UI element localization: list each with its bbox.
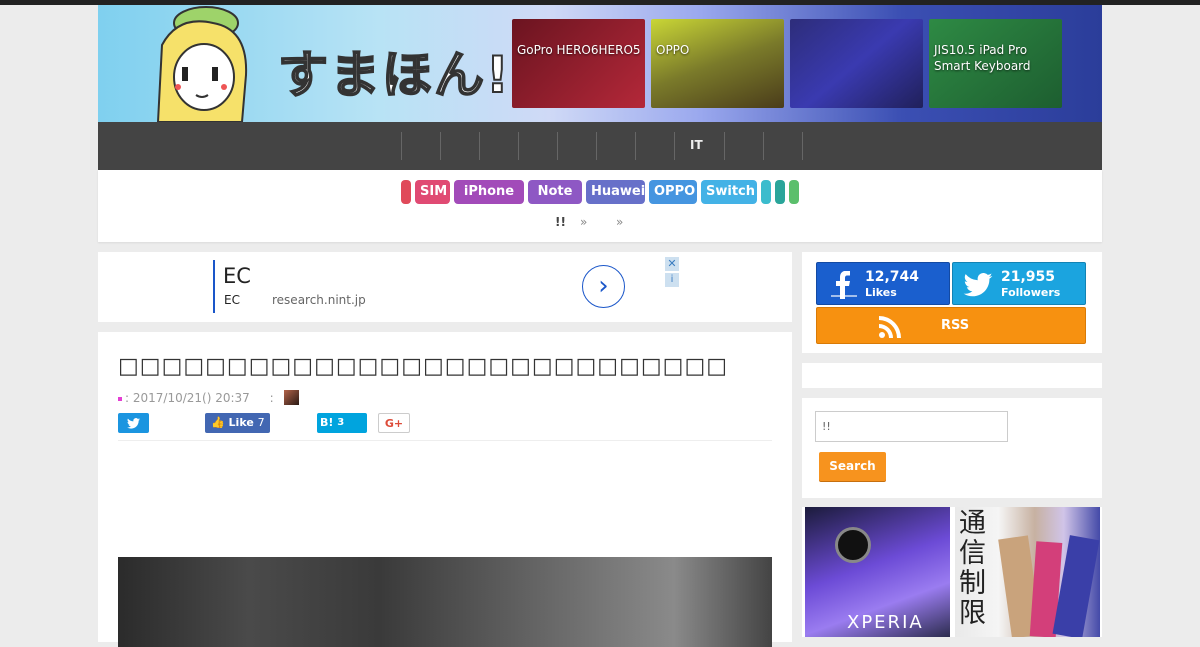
sidebar-thumb-data-limit[interactable]: 通信制限 — [955, 507, 1100, 637]
like-label: Like — [228, 416, 254, 429]
sidebar-thumb-xperia[interactable]: XPERIA — [805, 507, 950, 637]
like-count: 7 — [257, 416, 265, 429]
tag-oppo[interactable]: OPPO — [649, 180, 697, 204]
author-avatar[interactable] — [284, 390, 299, 405]
nav-divider — [763, 132, 764, 160]
twitter-followers-count: 21,955 — [1001, 269, 1056, 285]
nav-divider — [479, 132, 480, 160]
article: □□□□□□□□□□□□□□□□□□□□□□□□□□□□ : 2017/10/2… — [98, 332, 792, 647]
ad-accent-line — [213, 260, 215, 313]
author-separator: : — [269, 391, 274, 405]
thumb-caption: 通信制限 — [959, 508, 986, 629]
twitter-share-button[interactable] — [118, 413, 149, 433]
feature-label: JIS10.5 iPad Pro Smart Keyboard — [934, 43, 1031, 73]
google-plus-button[interactable]: G+ — [378, 413, 410, 433]
facebook-like-button[interactable]: 👍 Like 7 — [205, 413, 270, 433]
sidebar-empty-widget — [802, 363, 1102, 388]
feature-card-oppo[interactable]: OPPO — [651, 19, 784, 108]
nav-divider — [518, 132, 519, 160]
ad-headline[interactable]: EC — [223, 264, 251, 288]
nav-divider — [596, 132, 597, 160]
main-nav: IT — [98, 122, 1102, 170]
facebook-icon — [831, 271, 857, 299]
thumbs-up-icon: 👍 — [211, 416, 225, 429]
rss-subscribe-box[interactable]: RSS — [816, 307, 1086, 344]
feature-label: OPPO — [656, 43, 690, 57]
ad-arrow-icon[interactable]: › — [582, 265, 625, 308]
article-divider — [118, 440, 772, 441]
nav-divider — [401, 132, 402, 160]
nav-divider — [635, 132, 636, 160]
ad-banner[interactable]: EC EC research.nint.jp › ✕ i — [98, 252, 792, 322]
ad-info-icon[interactable]: i — [665, 273, 679, 287]
article-meta: : 2017/10/21() 20:37 : — [118, 391, 274, 405]
site-logo-text[interactable]: すまほん!! — [277, 35, 536, 107]
nav-divider — [440, 132, 441, 160]
date-marker-icon — [118, 396, 122, 401]
tag-item[interactable] — [761, 180, 771, 204]
facebook-follow-box[interactable]: 12,744 Likes — [816, 262, 950, 305]
subline-sep: » — [616, 215, 624, 229]
twitter-bird-icon — [963, 273, 993, 297]
hatena-bookmark-button[interactable]: B! 3 — [317, 413, 367, 433]
nav-item-it[interactable]: IT — [690, 138, 703, 152]
nav-divider — [802, 132, 803, 160]
twitter-followers-label: Followers — [1001, 286, 1061, 299]
search-widget: !! Search — [802, 398, 1102, 498]
nav-divider — [557, 132, 558, 160]
search-button[interactable]: Search — [819, 452, 886, 481]
facebook-likes-count: 12,744 — [865, 269, 920, 285]
twitter-follow-box[interactable]: 21,955 Followers — [952, 262, 1086, 305]
tag-item[interactable] — [401, 180, 411, 204]
facebook-likes-label: Likes — [865, 286, 897, 299]
article-hero-image — [118, 557, 772, 647]
tag-bar: SIM iPhone X Note 8 Huawei OPPO Switch !… — [98, 170, 1102, 242]
twitter-bird-icon — [127, 417, 140, 429]
rss-label: RSS — [941, 318, 970, 333]
tag-item[interactable] — [789, 180, 799, 204]
tag-item[interactable] — [775, 180, 785, 204]
tag-sim[interactable]: SIM — [415, 180, 450, 204]
ad-subtext: EC — [224, 293, 240, 307]
feature-card-camera[interactable] — [790, 19, 923, 108]
ad-url[interactable]: research.nint.jp — [272, 293, 366, 307]
subline-link[interactable]: !! — [555, 215, 566, 229]
hatena-icon: B! — [320, 416, 334, 429]
sidebar-featured-widget: XPERIA 通信制限 — [802, 507, 1102, 637]
nav-divider — [674, 132, 675, 160]
camera-lens-icon — [835, 527, 871, 563]
hatena-count: 3 — [337, 417, 345, 428]
tag-iphone-x[interactable]: iPhone X — [454, 180, 524, 223]
site-header: すまほん!! GoPro HERO6HERO5 OPPO JIS10.5 iPa… — [98, 5, 1102, 122]
feature-label: GoPro HERO6HERO5 — [517, 43, 641, 57]
feature-card-gopro[interactable]: GoPro HERO6HERO5 — [512, 19, 645, 108]
ad-close-icon[interactable]: ✕ — [665, 257, 679, 271]
feature-card-keyboard[interactable]: JIS10.5 iPad Pro Smart Keyboard — [929, 19, 1062, 108]
social-follow-widget: 12,744 Likes 21,955 Followers RSS — [802, 252, 1102, 353]
search-input[interactable]: !! — [815, 411, 1008, 442]
article-title: □□□□□□□□□□□□□□□□□□□□□□□□□□□□ — [118, 354, 729, 379]
tag-note8[interactable]: Note 8 — [528, 180, 582, 223]
article-date: : 2017/10/21() 20:37 — [125, 391, 250, 405]
nav-divider — [724, 132, 725, 160]
rss-icon — [879, 316, 901, 338]
subline-sep: » — [580, 215, 588, 229]
mascot-logo[interactable] — [138, 5, 268, 122]
tag-switch[interactable]: Switch — [701, 180, 757, 204]
tag-huawei[interactable]: Huawei — [586, 180, 645, 204]
